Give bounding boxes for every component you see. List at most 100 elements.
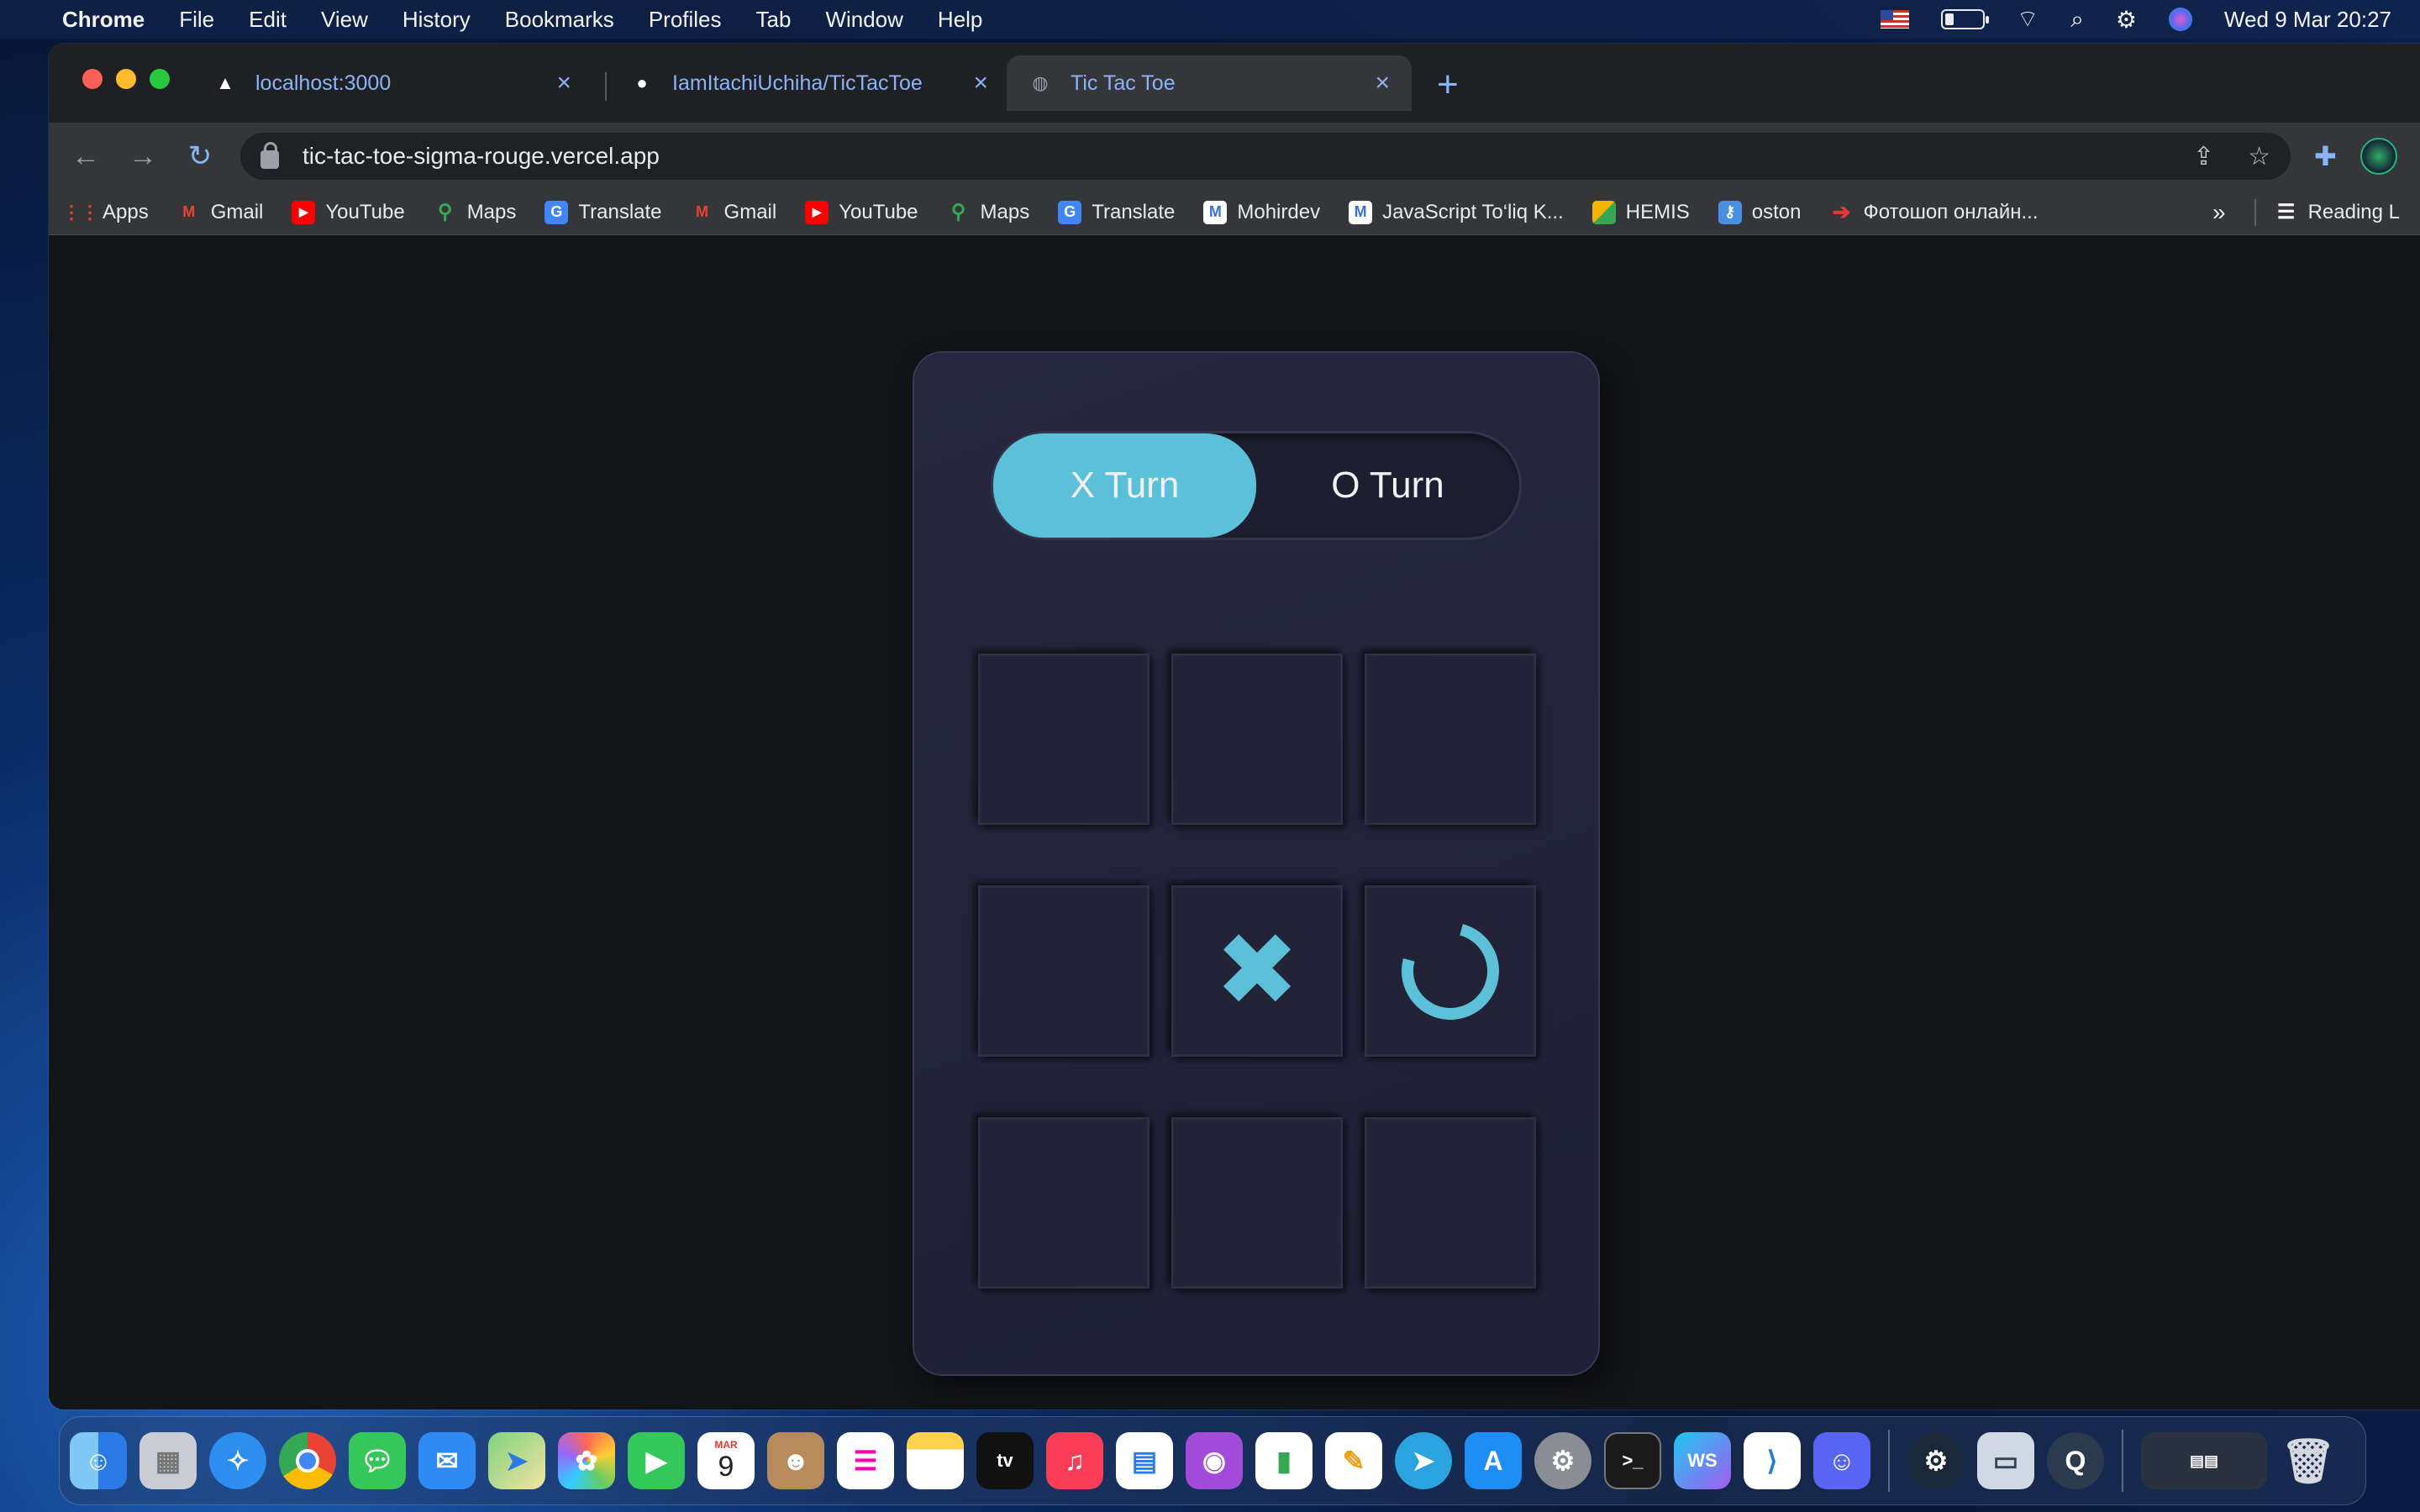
bookmark-oston[interactable]: ⚷ oston — [1718, 200, 1801, 224]
tab-tic-tac-toe[interactable]: ◍ Tic Tac Toe × — [1007, 55, 1412, 111]
board-cell-3[interactable] — [1365, 654, 1536, 825]
bookmark-star-icon[interactable]: ☆ — [2248, 142, 2270, 171]
new-tab-button[interactable]: + — [1437, 64, 1459, 106]
menu-bookmarks[interactable]: Bookmarks — [505, 7, 614, 33]
reading-list-icon: ☰ — [2276, 201, 2296, 223]
forward-arrow-icon[interactable]: → — [126, 140, 160, 173]
bookmark-hemis[interactable]: HEMIS — [1591, 200, 1690, 224]
contacts-icon[interactable]: ☻ — [767, 1432, 824, 1489]
close-window-button[interactable] — [82, 69, 103, 89]
menu-profiles[interactable]: Profiles — [649, 7, 722, 33]
menubar-clock[interactable]: Wed 9 Mar 20:27 — [2224, 7, 2391, 33]
bookmark-youtube[interactable]: ▶ YouTube — [292, 200, 405, 224]
tab-github[interactable]: ● IamItachiUchiha/TicTacToe × — [608, 55, 1010, 111]
menu-app-name[interactable]: Chrome — [62, 7, 145, 33]
control-center-icon[interactable]: ⚙ — [2116, 6, 2137, 34]
menu-file[interactable]: File — [179, 7, 214, 33]
board-cell-1[interactable] — [978, 654, 1150, 825]
maximize-window-button[interactable] — [150, 69, 170, 89]
url-text[interactable]: tic-tac-toe-sigma-rouge.vercel.app — [302, 143, 660, 170]
bookmark-gmail[interactable]: M Gmail — [177, 201, 263, 224]
macos-dock: ☺ ▦ ✧ 💬︎ ✉ ➤ ✿ ▶ MAR 9 ☻ ☰ tv ♫ ▤ ◉ ▮ ✎ … — [59, 1416, 2366, 1505]
bookmark-translate[interactable]: G Translate — [544, 200, 662, 224]
webstorm-icon[interactable]: WS — [1674, 1432, 1731, 1489]
bookmark-label: Translate — [578, 200, 662, 223]
board-cell-4[interactable] — [978, 885, 1150, 1057]
mail-icon[interactable]: ✉ — [418, 1432, 476, 1489]
close-tab-icon[interactable]: × — [556, 69, 571, 97]
board-cell-8[interactable] — [1171, 1117, 1343, 1289]
calendar-icon[interactable]: MAR 9 — [697, 1432, 755, 1489]
reading-list-button[interactable]: ☰ Reading L — [2275, 201, 2400, 224]
tab-localhost[interactable]: ▲ localhost:3000 × — [192, 55, 593, 111]
gmail-icon: M — [696, 203, 709, 220]
board-cell-5[interactable]: ✖ — [1171, 885, 1343, 1057]
bookmark-gmail[interactable]: M Gmail — [691, 201, 776, 224]
close-tab-icon[interactable]: × — [1375, 69, 1390, 97]
profile-avatar[interactable] — [2360, 138, 2397, 175]
board-cell-7[interactable] — [978, 1117, 1150, 1289]
vscode-icon[interactable]: ⟩ — [1744, 1432, 1801, 1489]
menu-tab[interactable]: Tab — [756, 7, 792, 33]
close-tab-icon[interactable]: × — [973, 69, 988, 97]
menu-window[interactable]: Window — [825, 7, 902, 33]
board-cell-6[interactable] — [1365, 885, 1536, 1057]
system-preferences-icon[interactable]: ⚙ — [1534, 1432, 1591, 1489]
downloads-stack-icon[interactable]: ▤▤ — [2141, 1432, 2267, 1489]
app-store-icon[interactable]: A — [1465, 1432, 1522, 1489]
menu-view[interactable]: View — [321, 7, 368, 33]
quicktime-icon[interactable]: Q — [2047, 1432, 2104, 1489]
apple-tv-icon[interactable]: tv — [976, 1432, 1034, 1489]
telegram-icon[interactable]: ➤ — [1395, 1432, 1452, 1489]
menu-edit[interactable]: Edit — [249, 7, 287, 33]
podcasts-icon[interactable]: ◉ — [1186, 1432, 1243, 1489]
bookmark-maps[interactable]: ⚲ Maps — [434, 201, 516, 224]
bookmark-maps[interactable]: ⚲ Maps — [947, 201, 1029, 224]
bookmark-photoshop-online[interactable]: ➔ Фотошоп онлайн... — [1829, 199, 2039, 224]
terminal-icon[interactable]: >_ — [1604, 1432, 1661, 1489]
extensions-puzzle-icon[interactable]: ✚ — [2314, 140, 2337, 172]
messages-icon[interactable]: 💬︎ — [349, 1432, 406, 1489]
input-source-flag-icon[interactable] — [1880, 10, 1909, 29]
board-cell-2[interactable] — [1171, 654, 1343, 825]
address-bar[interactable]: tic-tac-toe-sigma-rouge.vercel.app ⇪ ☆ — [240, 133, 2291, 180]
bookmarks-overflow-chevron[interactable]: » — [2212, 199, 2226, 226]
safari-icon[interactable]: ✧ — [209, 1432, 266, 1489]
bookmark-translate[interactable]: G Translate — [1058, 200, 1175, 224]
menu-history[interactable]: History — [402, 7, 471, 33]
x-turn-button[interactable]: X Turn — [993, 433, 1256, 538]
bookmark-youtube[interactable]: ▶ YouTube — [805, 200, 918, 224]
photos-icon[interactable]: ✿ — [558, 1432, 615, 1489]
launchpad-icon[interactable]: ▦ — [139, 1432, 197, 1489]
bookmark-javascript-course[interactable]: M JavaScript To‘liq K... — [1349, 200, 1564, 224]
chrome-icon[interactable] — [279, 1432, 336, 1489]
spotlight-search-icon[interactable]: ⌕ — [2070, 6, 2084, 34]
bookmark-apps[interactable]: ⋮⋮ Apps — [62, 201, 149, 224]
facetime-icon[interactable]: ▶ — [628, 1432, 685, 1489]
notes-icon[interactable] — [907, 1432, 964, 1489]
lock-icon[interactable] — [260, 142, 279, 169]
battery-icon[interactable] — [1940, 9, 1989, 29]
finder-icon[interactable]: ☺ — [70, 1432, 127, 1489]
keynote-icon[interactable]: ▤ — [1116, 1432, 1173, 1489]
pages-icon[interactable]: ✎ — [1325, 1432, 1382, 1489]
menu-help[interactable]: Help — [938, 7, 982, 33]
discord-icon[interactable]: ☺ — [1813, 1432, 1870, 1489]
preview-icon[interactable]: ▭ — [1977, 1432, 2034, 1489]
maps-icon[interactable]: ➤ — [488, 1432, 545, 1489]
bookmark-mohirdev[interactable]: M Mohirdev — [1203, 200, 1320, 224]
board-cell-9[interactable] — [1365, 1117, 1536, 1289]
o-turn-button[interactable]: O Turn — [1256, 433, 1519, 538]
numbers-icon[interactable]: ▮ — [1255, 1432, 1313, 1489]
back-arrow-icon[interactable]: ← — [69, 140, 103, 173]
wifi-icon[interactable]: ⌔ — [2017, 5, 2039, 34]
music-icon[interactable]: ♫ — [1046, 1432, 1103, 1489]
reminders-icon[interactable]: ☰ — [837, 1432, 894, 1489]
steam-icon[interactable]: ⚙ — [1907, 1432, 1965, 1489]
web-page: X Turn O Turn ✖ — [49, 235, 2420, 1410]
reload-icon[interactable]: ↻ — [183, 139, 217, 173]
minimize-window-button[interactable] — [116, 69, 136, 89]
share-icon[interactable]: ⇪ — [2193, 142, 2214, 171]
siri-icon[interactable] — [2169, 8, 2193, 31]
trash-icon[interactable]: 🗑︎ — [2280, 1432, 2337, 1489]
